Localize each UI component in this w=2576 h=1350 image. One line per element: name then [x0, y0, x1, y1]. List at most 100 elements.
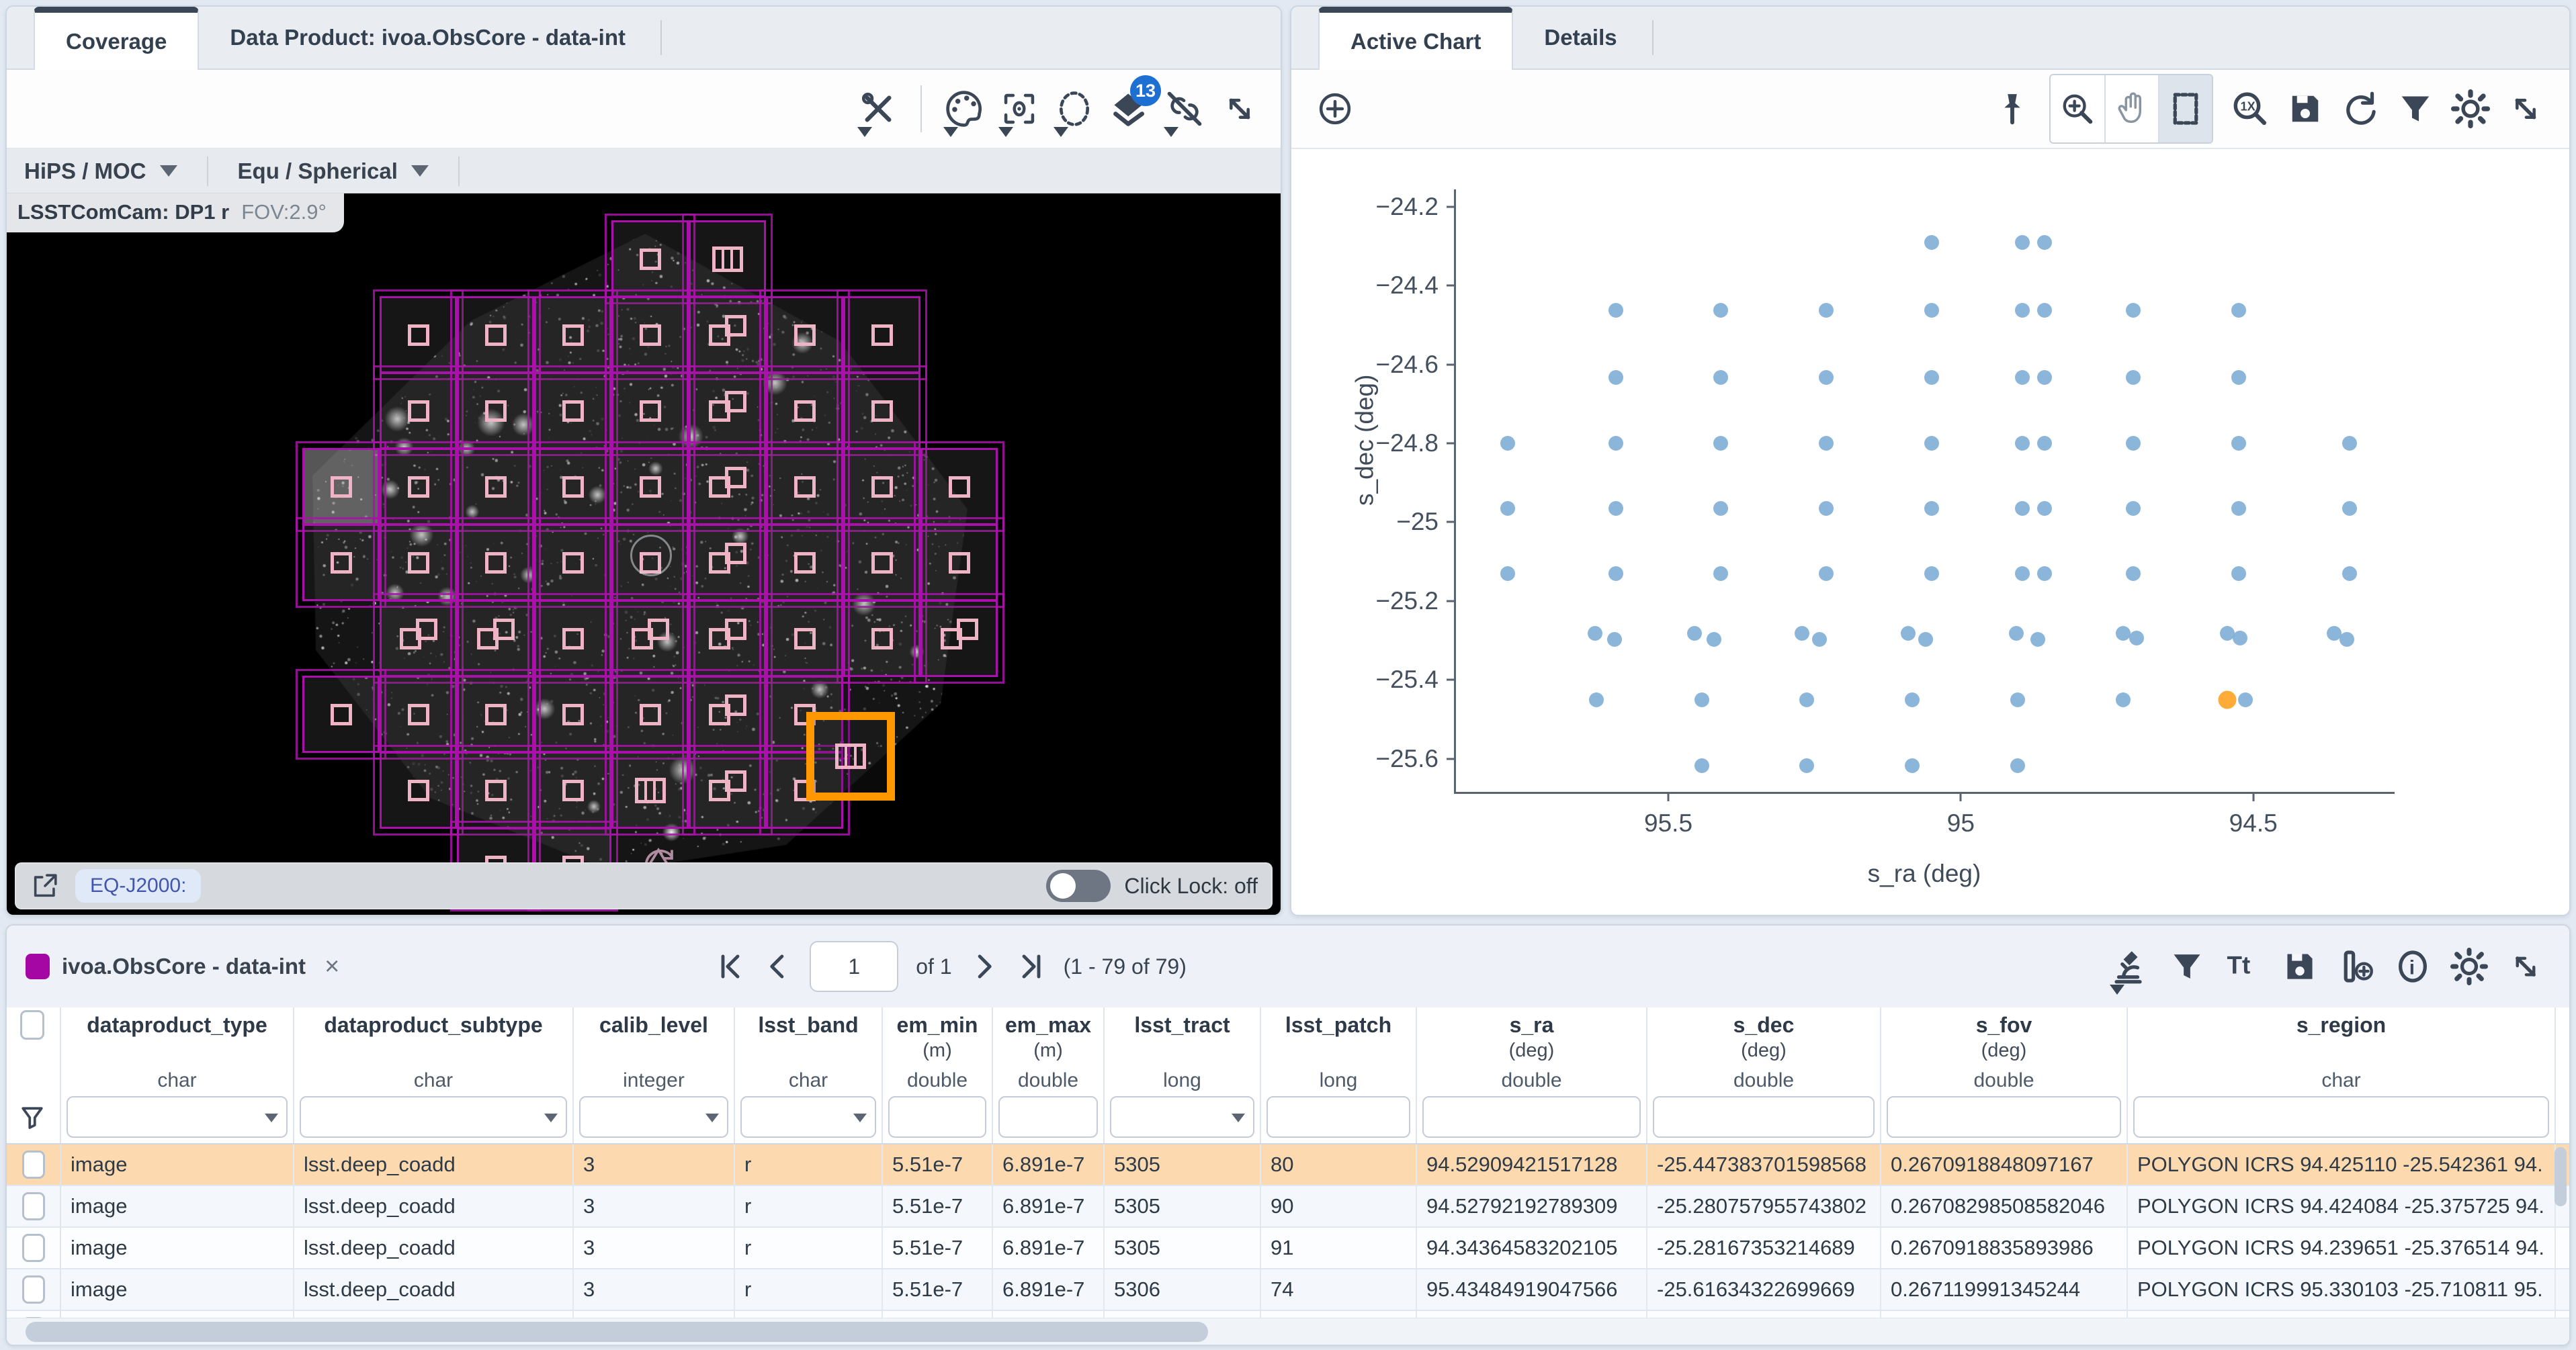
column-filter-s_region[interactable] — [2133, 1096, 2549, 1138]
row-checkbox[interactable] — [22, 1192, 45, 1220]
footprint-cell[interactable] — [611, 220, 689, 298]
scatter-point[interactable] — [1608, 370, 1623, 385]
footprint-cell[interactable] — [611, 296, 689, 373]
scatter-point[interactable] — [2126, 501, 2141, 516]
footprint-cell[interactable] — [843, 372, 920, 449]
add-column-button[interactable] — [2331, 934, 2381, 999]
filter-input[interactable] — [1000, 1097, 1097, 1136]
page-number-input[interactable] — [810, 941, 898, 992]
footprint-cell[interactable] — [843, 296, 920, 373]
column-header-dataproduct_type[interactable]: dataproduct_type char — [61, 1007, 294, 1143]
footprint-cell[interactable] — [457, 676, 534, 753]
footprint-cell[interactable] — [534, 676, 611, 753]
scatter-point[interactable] — [1500, 501, 1515, 516]
scatter-point[interactable] — [1918, 632, 1933, 647]
footprint-cell[interactable] — [689, 296, 766, 373]
footprint-cell[interactable] — [457, 600, 534, 677]
pan-mode-button[interactable] — [2104, 75, 2158, 142]
footprint-cell[interactable] — [380, 524, 457, 601]
scatter-point[interactable] — [2015, 235, 2030, 250]
scrollbar-thumb[interactable] — [26, 1322, 1208, 1342]
footprint-cell[interactable] — [843, 448, 920, 525]
zoom-in-mode-button[interactable] — [2051, 75, 2104, 142]
scatter-point[interactable] — [2015, 566, 2030, 581]
first-page-button[interactable] — [716, 952, 745, 981]
pin-chart-button[interactable] — [1987, 77, 2037, 141]
column-filter-s_fov[interactable] — [1887, 1096, 2121, 1138]
scatter-point[interactable] — [1905, 692, 1920, 707]
filter-input[interactable] — [1888, 1097, 2120, 1136]
column-header-dataproduct_subtype[interactable]: dataproduct_subtype char — [294, 1007, 574, 1143]
expand-chart-button[interactable] — [2501, 77, 2550, 141]
scatter-point[interactable] — [1799, 758, 1814, 773]
prev-page-button[interactable] — [763, 952, 792, 981]
footprint-cell[interactable] — [457, 448, 534, 525]
footprint-cell[interactable] — [843, 600, 920, 677]
footprint-cell[interactable] — [689, 220, 766, 298]
row-checkbox[interactable] — [22, 1275, 45, 1304]
scatter-point[interactable] — [2231, 303, 2246, 318]
filter-input[interactable] — [1424, 1097, 1639, 1136]
select-area-mode-button[interactable] — [2158, 75, 2212, 142]
table-row[interactable]: imagelsst.deep_coadd3r5.51e-76.891e-7530… — [7, 1186, 2569, 1228]
scatter-point[interactable] — [1713, 370, 1728, 385]
scatter-point[interactable] — [1500, 436, 1515, 451]
save-chart-button[interactable] — [2280, 77, 2330, 141]
table-tab[interactable]: ivoa.ObsCore - data-int × — [26, 952, 339, 981]
last-page-button[interactable] — [1017, 952, 1046, 981]
column-header-s_ra[interactable]: s_ra (deg) double — [1417, 1007, 1647, 1143]
scatter-point[interactable] — [1812, 632, 1827, 647]
tab-coverage[interactable]: Coverage — [34, 7, 199, 70]
footprint-cell[interactable] — [689, 600, 766, 677]
footprint-cell[interactable] — [611, 676, 689, 753]
unlink-button[interactable] — [1160, 77, 1209, 141]
scatter-point[interactable] — [1924, 566, 1939, 581]
table-row[interactable]: imagelsst.deep_coadd3r5.51e-76.891e-7530… — [7, 1228, 2569, 1269]
scatter-point[interactable] — [1608, 501, 1623, 516]
footprint-cell[interactable] — [920, 600, 998, 677]
footprint-cell[interactable] — [611, 752, 689, 829]
footprint-cell[interactable] — [457, 752, 534, 829]
scatter-point[interactable] — [1924, 235, 1939, 250]
scatter-point[interactable] — [2010, 692, 2025, 707]
select-region-button[interactable] — [1049, 77, 1099, 141]
restore-chart-button[interactable] — [2335, 77, 2385, 141]
scatter-point[interactable] — [1713, 566, 1728, 581]
column-header-em_max[interactable]: em_max (m) double — [993, 1007, 1105, 1143]
filter-input[interactable] — [1268, 1097, 1409, 1136]
column-filter-em_max[interactable] — [998, 1096, 1098, 1138]
scatter-point[interactable] — [1713, 501, 1728, 516]
scatter-point[interactable] — [2015, 436, 2030, 451]
scatter-point[interactable] — [1924, 436, 1939, 451]
color-palette-button[interactable] — [939, 77, 989, 141]
column-header-lsst_band[interactable]: lsst_band char — [735, 1007, 883, 1143]
scatter-point[interactable] — [2015, 370, 2030, 385]
scatter-point[interactable] — [2015, 303, 2030, 318]
footprint-cell[interactable] — [766, 448, 843, 525]
column-header-calib_level[interactable]: calib_level integer — [574, 1007, 735, 1143]
column-filter-dataproduct_type[interactable] — [67, 1096, 288, 1138]
scatter-point[interactable] — [1819, 501, 1834, 516]
column-filter-lsst_tract[interactable] — [1110, 1096, 1254, 1138]
column-header-lsst_patch[interactable]: lsst_patch long — [1261, 1007, 1417, 1143]
scatter-point[interactable] — [1819, 436, 1834, 451]
scatter-point[interactable] — [1608, 566, 1623, 581]
scatter-point[interactable] — [1608, 303, 1623, 318]
scatter-point[interactable] — [1687, 626, 1702, 641]
scatter-point[interactable] — [2037, 303, 2052, 318]
tab-active-chart[interactable]: Active Chart — [1318, 7, 1513, 70]
recenter-button[interactable] — [994, 77, 1044, 141]
scatter-point[interactable] — [2233, 631, 2247, 645]
filter-input[interactable] — [890, 1097, 985, 1136]
scrollbar-thumb[interactable] — [2554, 1147, 2567, 1206]
expand-coverage-button[interactable] — [1215, 77, 1264, 141]
vertical-scrollbar[interactable] — [2553, 1146, 2568, 1290]
footprint-cell[interactable] — [689, 524, 766, 601]
add-chart-button[interactable] — [1310, 77, 1360, 141]
scatter-point[interactable] — [1588, 626, 1602, 641]
zoom-original-button[interactable]: 1X — [2225, 77, 2275, 141]
table-row[interactable]: imagelsst.deep_coadd3r5.51e-76.891e-7530… — [7, 1311, 2569, 1318]
filter-input[interactable] — [301, 1097, 566, 1136]
column-filter-lsst_band[interactable] — [740, 1096, 876, 1138]
scatter-point[interactable] — [1799, 692, 1814, 707]
